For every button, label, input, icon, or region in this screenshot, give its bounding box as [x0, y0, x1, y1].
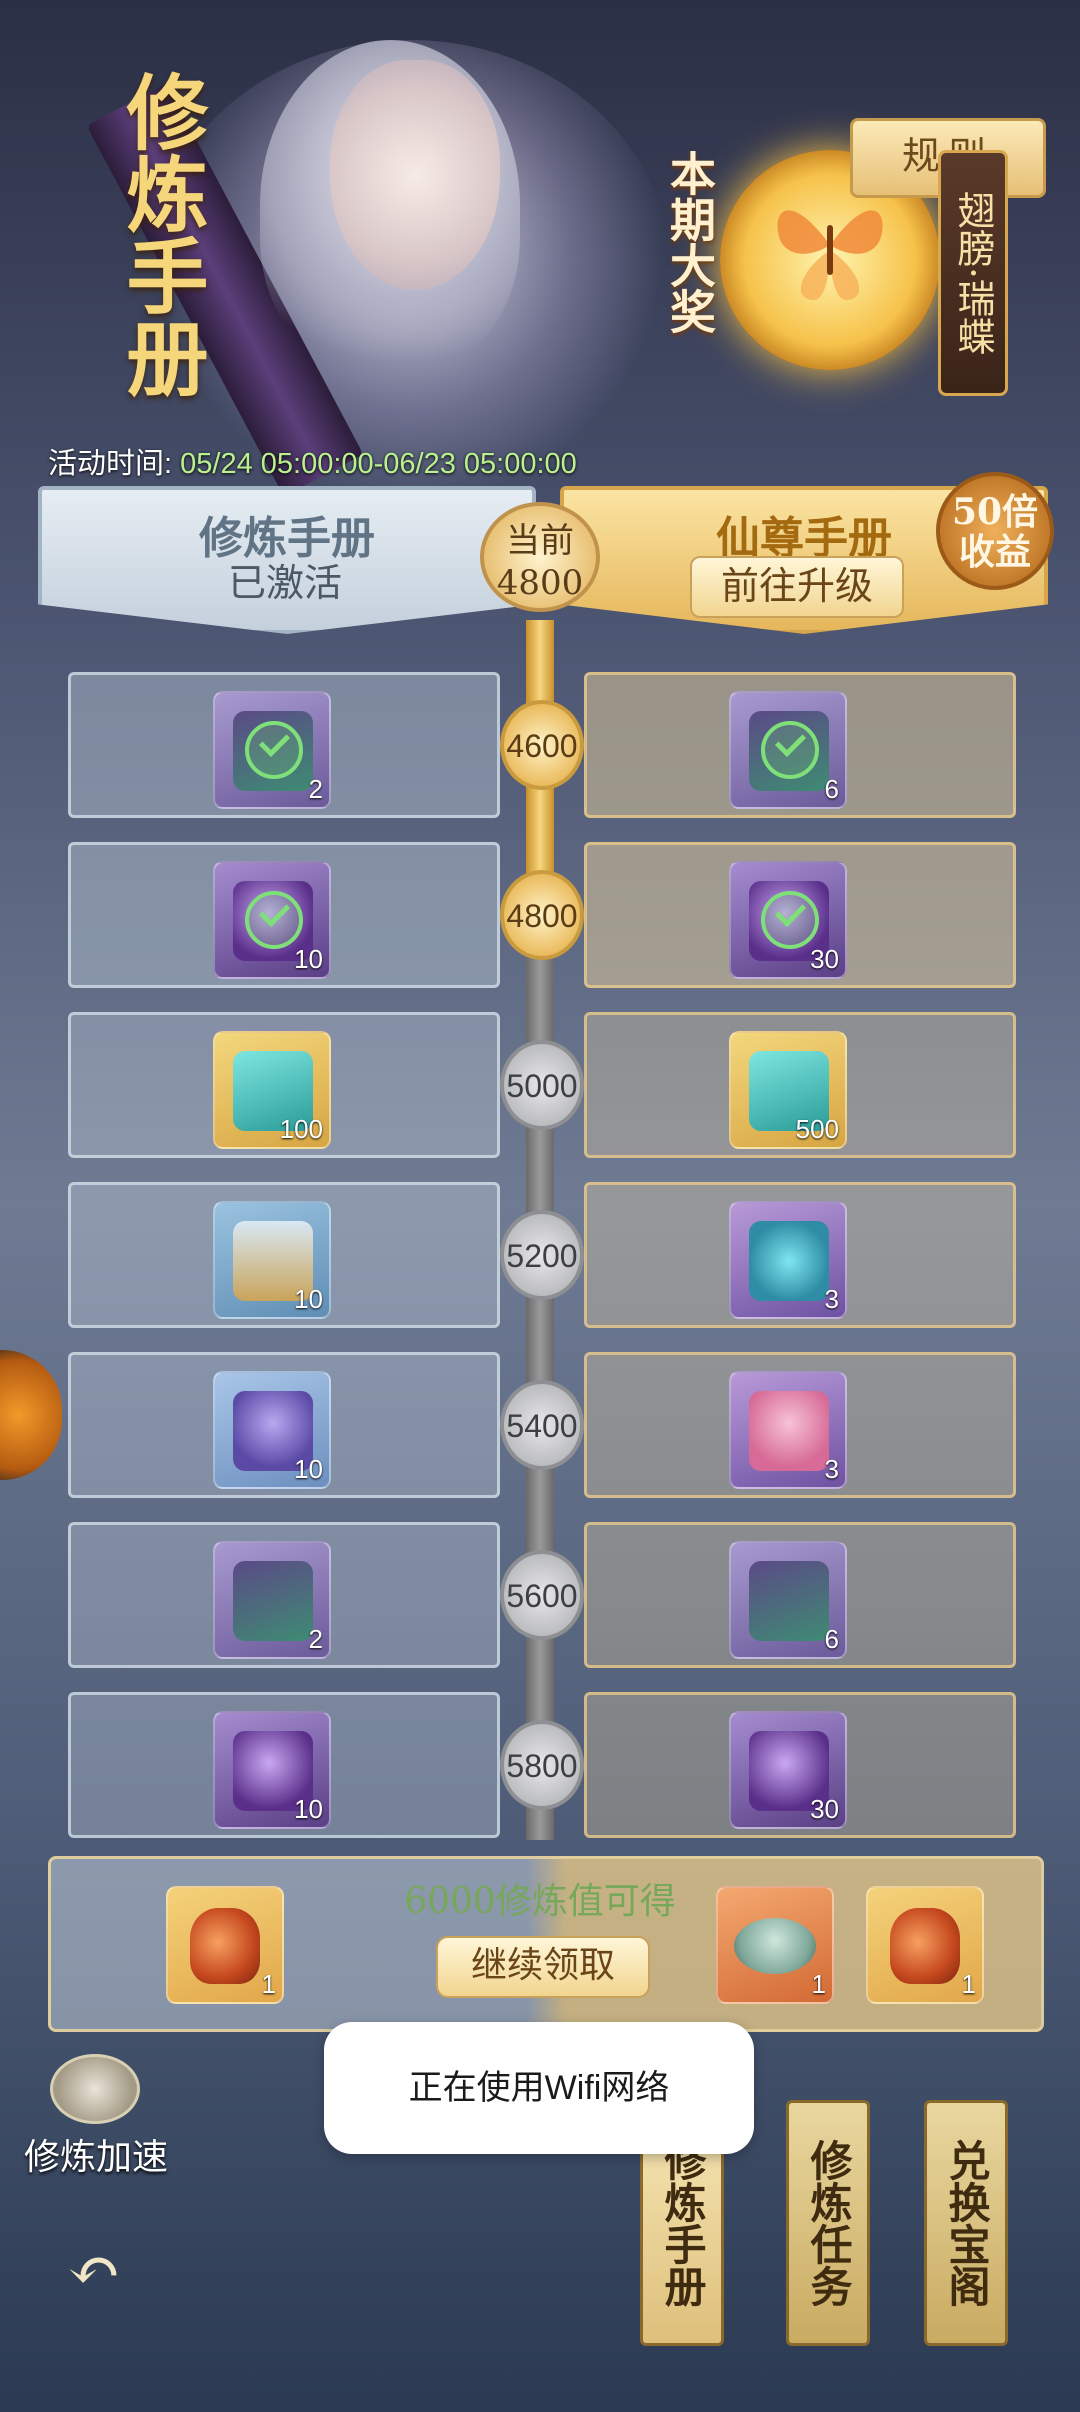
spirit-cauldron-icon	[749, 1221, 829, 1301]
reward-row: 2 6 5600	[68, 1522, 1016, 1672]
premium-reward-cell[interactable]: 3	[584, 1182, 1016, 1328]
reward-count: 6	[824, 1624, 839, 1654]
level-node: 4800	[500, 870, 584, 960]
reward-item[interactable]: 6	[729, 1541, 847, 1659]
free-reward-cell[interactable]: 2	[68, 1522, 500, 1668]
treasure-chest-icon	[233, 1561, 313, 1641]
grand-prize-name-tag: 翅膀·瑞蝶	[938, 150, 1008, 396]
reward-count: 10	[294, 1794, 323, 1824]
claimed-check-icon	[245, 891, 303, 949]
reward-count: 3	[824, 1454, 839, 1484]
free-reward-cell[interactable]: 10	[68, 1692, 500, 1838]
claimed-check-icon	[761, 721, 819, 779]
level-node: 5600	[500, 1550, 584, 1640]
lotus-flower-icon	[749, 1391, 829, 1471]
reward-item[interactable]: 3	[729, 1371, 847, 1489]
reward-item[interactable]: 10	[213, 861, 331, 979]
current-label: 当前	[506, 521, 574, 561]
premium-reward-cell[interactable]: 500	[584, 1012, 1016, 1158]
free-tier-status: 已激活	[227, 561, 342, 605]
bonus-item-3[interactable]: 1	[866, 1886, 984, 2004]
network-toast: 正在使用Wifi网络	[324, 2022, 754, 2154]
current-progress-badge: 当前 4800	[480, 502, 600, 612]
reward-count: 2	[308, 774, 323, 804]
reward-item[interactable]: 2	[213, 1541, 331, 1659]
bonus-item-count: 1	[811, 1969, 826, 1999]
bonus-item-1[interactable]: 1	[166, 1886, 284, 2004]
reward-row: 2 6 4600	[68, 672, 1016, 822]
level-node: 5800	[500, 1720, 584, 1810]
free-reward-cell[interactable]: 10	[68, 1182, 500, 1328]
reward-count: 10	[294, 944, 323, 974]
reward-count: 30	[810, 1794, 839, 1824]
speed-up-label[interactable]: 修炼加速	[6, 2128, 186, 2180]
reward-item[interactable]: 10	[213, 1371, 331, 1489]
tab-training-tasks[interactable]: 修炼任务	[786, 2100, 870, 2346]
reward-count: 2	[308, 1624, 323, 1654]
current-value: 4800	[496, 563, 584, 603]
reward-count: 6	[824, 774, 839, 804]
reward-item[interactable]: 100	[213, 1031, 331, 1149]
reward-item[interactable]: 500	[729, 1031, 847, 1149]
hero-face-art	[330, 60, 500, 290]
grand-prize-label: 本期大奖	[663, 150, 717, 334]
free-reward-cell[interactable]: 10	[68, 1352, 500, 1498]
pet-side-tab[interactable]	[0, 1350, 62, 1480]
free-reward-cell[interactable]: 2	[68, 672, 500, 818]
claimed-check-icon	[761, 891, 819, 949]
free-reward-cell[interactable]: 100	[68, 1012, 500, 1158]
premium-reward-cell[interactable]: 3	[584, 1352, 1016, 1498]
bonus-requirement-text: 6000修炼值可得	[404, 1881, 676, 1922]
level-node: 5400	[500, 1380, 584, 1470]
premium-reward-cell[interactable]: 6	[584, 1522, 1016, 1668]
treasure-chest-icon	[749, 1561, 829, 1641]
reward-item[interactable]: 30	[729, 861, 847, 979]
premium-reward-cell[interactable]: 30	[584, 842, 1016, 988]
premium-reward-cell[interactable]: 6	[584, 672, 1016, 818]
butterfly-wings-icon	[777, 210, 883, 300]
level-node: 5000	[500, 1040, 584, 1130]
red-vase-icon	[890, 1908, 960, 1984]
reward-item[interactable]: 2	[213, 691, 331, 809]
reward-row: 100 500 5000	[68, 1012, 1016, 1162]
premium-reward-cell[interactable]: 30	[584, 1692, 1016, 1838]
level-node: 4600	[500, 700, 584, 790]
reward-row: 10 3 5400	[68, 1352, 1016, 1502]
reward-row: 10 30 4800	[68, 842, 1016, 992]
speed-up-icon[interactable]	[50, 2054, 140, 2124]
reward-item[interactable]: 3	[729, 1201, 847, 1319]
free-reward-cell[interactable]: 10	[68, 842, 500, 988]
reward-count: 100	[279, 1114, 323, 1144]
level-node: 5200	[500, 1210, 584, 1300]
reward-item[interactable]: 10	[213, 1711, 331, 1829]
continue-claim-button[interactable]: 继续领取	[436, 1936, 650, 1998]
upgrade-button[interactable]: 前往升级	[690, 556, 904, 618]
jade-lamp-icon	[734, 1918, 816, 1974]
reward-count: 3	[824, 1284, 839, 1314]
red-vase-icon	[190, 1908, 260, 1984]
reward-row: 10 3 5200	[68, 1182, 1016, 1332]
tab-exchange-shop[interactable]: 兑换宝阁	[924, 2100, 1008, 2346]
reward-item[interactable]: 6	[729, 691, 847, 809]
bonus-item-2[interactable]: 1	[716, 1886, 834, 2004]
reward-count: 10	[294, 1454, 323, 1484]
page-title: 修炼手册	[112, 70, 208, 398]
reward-item[interactable]: 10	[213, 1201, 331, 1319]
reward-item[interactable]: 30	[729, 1711, 847, 1829]
reward-count: 10	[294, 1284, 323, 1314]
bonus-item-count: 1	[961, 1969, 976, 1999]
profit-badge: 50倍收益	[936, 472, 1054, 590]
claimed-check-icon	[245, 721, 303, 779]
back-arrow-icon[interactable]: ↶	[54, 2236, 134, 2306]
reward-row: 10 30 5800	[68, 1692, 1016, 1842]
reward-count: 500	[795, 1114, 839, 1144]
event-time-value: 05/24 05:00:00-06/23 05:00:00	[180, 448, 577, 480]
event-time: 活动时间: 05/24 05:00:00-06/23 05:00:00	[48, 440, 577, 482]
reward-count: 30	[810, 944, 839, 974]
bonus-item-count: 1	[261, 1969, 276, 1999]
event-time-label: 活动时间:	[48, 448, 173, 480]
